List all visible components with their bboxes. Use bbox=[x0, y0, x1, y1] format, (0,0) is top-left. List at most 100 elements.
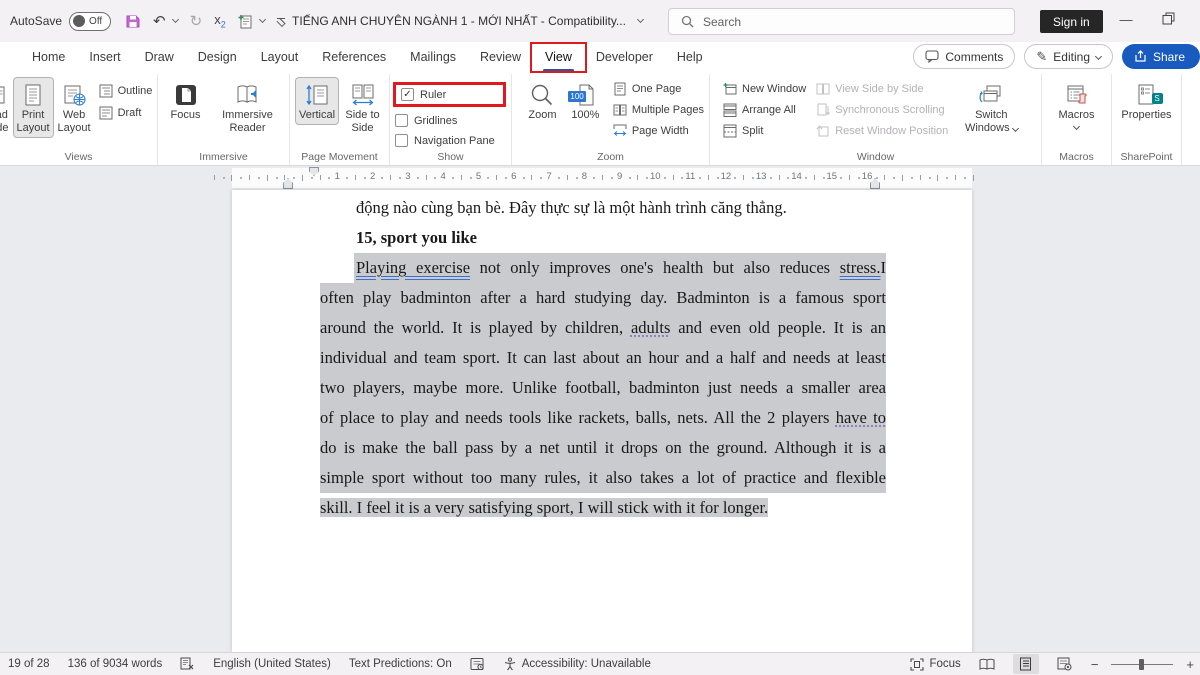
one-page-button[interactable]: One Page bbox=[613, 82, 704, 96]
subscript-button[interactable]: x2 bbox=[214, 12, 226, 30]
redo-button[interactable]: ↻ bbox=[190, 14, 203, 29]
paste-special-button[interactable] bbox=[238, 13, 265, 29]
editing-dropdown-icon bbox=[1095, 53, 1102, 60]
document-line[interactable]: simple sport without too many rules, it … bbox=[320, 463, 886, 493]
read-mode-button[interactable]: Read Mode bbox=[0, 77, 13, 138]
text-segment: do is make the ball pass by a net until … bbox=[320, 438, 886, 457]
multiple-pages-icon bbox=[613, 103, 627, 117]
print-layout-view-button[interactable] bbox=[1013, 654, 1039, 674]
ribbon-tab-layout[interactable]: Layout bbox=[249, 42, 311, 74]
view-side-by-side-button[interactable]: View Side by Side bbox=[816, 82, 948, 96]
outline-button[interactable]: Outline bbox=[99, 84, 153, 98]
macros-button[interactable]: Macros bbox=[1051, 77, 1103, 132]
properties-button[interactable]: S Properties bbox=[1117, 77, 1176, 125]
share-button[interactable]: Share bbox=[1122, 44, 1200, 69]
ruler-tick bbox=[902, 175, 903, 181]
word-count[interactable]: 136 of 9034 words bbox=[68, 658, 163, 670]
undo-button[interactable]: ↶ bbox=[153, 14, 178, 29]
split-button[interactable]: Split bbox=[723, 124, 806, 138]
paste-dropdown-icon[interactable] bbox=[259, 16, 266, 23]
save-icon[interactable] bbox=[125, 13, 141, 29]
navigation-pane-checkbox[interactable]: Navigation Pane bbox=[395, 134, 506, 147]
document-line[interactable]: do is make the ball pass by a net until … bbox=[320, 433, 886, 463]
text-segment: often play badminton after a hard studyi… bbox=[320, 288, 886, 307]
document-line[interactable]: often play badminton after a hard studyi… bbox=[320, 283, 886, 313]
web-layout-view-button[interactable] bbox=[1052, 654, 1078, 674]
ribbon-tab-developer[interactable]: Developer bbox=[584, 42, 665, 74]
status-bar: 19 of 28 136 of 9034 words English (Unit… bbox=[0, 652, 1200, 675]
web-layout-button[interactable]: Web Layout bbox=[54, 77, 95, 138]
document-line[interactable]: two players, maybe more. Unlike football… bbox=[320, 373, 886, 403]
zoom-100-button[interactable]: 100 100% bbox=[566, 77, 605, 125]
quick-access-toolbar: ↶ ↻ x2 bbox=[125, 12, 285, 30]
ribbon-tab-view[interactable]: View bbox=[533, 42, 584, 74]
ruler-number: 13 bbox=[756, 171, 766, 182]
sign-in-button[interactable]: Sign in bbox=[1040, 10, 1103, 33]
focus-mode-button[interactable]: Focus bbox=[910, 658, 960, 671]
multiple-pages-button[interactable]: Multiple Pages bbox=[613, 103, 704, 117]
side-to-side-button[interactable]: Side to Side bbox=[341, 77, 384, 138]
ribbon-tab-draw[interactable]: Draw bbox=[133, 42, 186, 74]
document-line[interactable]: individual and team sport. It can last a… bbox=[320, 343, 886, 373]
switch-windows-button[interactable]: Switch Windows bbox=[958, 77, 1024, 138]
zoom-slider[interactable] bbox=[1111, 664, 1173, 665]
document-line[interactable]: skill. I feel it is a very satisfying sp… bbox=[320, 493, 886, 523]
ribbon-tab-review[interactable]: Review bbox=[468, 42, 533, 74]
title-dropdown-icon[interactable] bbox=[637, 16, 644, 23]
autosave-toggle[interactable]: Off bbox=[69, 12, 111, 31]
read-mode-view-button[interactable] bbox=[974, 654, 1000, 674]
immersive-reader-button[interactable]: Immersive Reader bbox=[213, 77, 283, 138]
ruler-dot bbox=[311, 177, 313, 179]
search-input[interactable]: Search bbox=[668, 8, 1015, 35]
vertical-button[interactable]: Vertical bbox=[295, 77, 339, 125]
zoom-in-button[interactable]: + bbox=[1186, 657, 1194, 672]
ruler-checkbox[interactable]: ✓ Ruler bbox=[401, 88, 446, 101]
proofing-status-icon[interactable] bbox=[180, 657, 195, 671]
restore-window-button[interactable] bbox=[1162, 12, 1175, 25]
new-window-button[interactable]: New Window bbox=[723, 82, 806, 96]
text-predictions-indicator[interactable]: Text Predictions: On bbox=[349, 658, 452, 670]
document-line[interactable]: around the world. It is played by childr… bbox=[320, 313, 886, 343]
document-line[interactable]: Playing exercise not only improves one's… bbox=[320, 253, 886, 283]
ruler-dot bbox=[470, 177, 472, 179]
document-line[interactable]: 15, sport you like bbox=[320, 223, 886, 253]
ribbon-tab-insert[interactable]: Insert bbox=[77, 42, 132, 74]
page-width-button[interactable]: Page Width bbox=[613, 124, 704, 138]
undo-dropdown-icon[interactable] bbox=[172, 16, 179, 23]
focus-button[interactable]: Focus bbox=[165, 77, 207, 125]
document-title-area[interactable]: TIẾNG ANH CHUYÊN NGÀNH 1 - MỚI NHẤT - Co… bbox=[275, 0, 660, 42]
zoom-button[interactable]: Zoom bbox=[523, 77, 562, 125]
synchronous-scrolling-button[interactable]: Synchronous Scrolling bbox=[816, 103, 948, 117]
ribbon-tab-home[interactable]: Home bbox=[20, 42, 77, 74]
title-bar: AutoSave Off ↶ ↻ x2 TIẾNG ANH CHUYÊN NGÀ… bbox=[0, 0, 1200, 42]
gridlines-checkbox[interactable]: Gridlines bbox=[395, 114, 506, 127]
zoom-out-button[interactable]: − bbox=[1091, 657, 1099, 672]
arrange-all-button[interactable]: Arrange All bbox=[723, 103, 806, 117]
editing-mode-button[interactable]: ✎ Editing bbox=[1024, 44, 1113, 69]
document-line[interactable]: động nào cùng bạn bè. Đây thực sự là một… bbox=[320, 193, 886, 223]
document-page[interactable]: động nào cùng bạn bè. Đây thực sự là một… bbox=[232, 190, 972, 652]
comments-button[interactable]: Comments bbox=[913, 44, 1015, 69]
ribbon-tab-help[interactable]: Help bbox=[665, 42, 715, 74]
print-layout-icon bbox=[20, 82, 46, 108]
ribbon-tab-design[interactable]: Design bbox=[186, 42, 249, 74]
page-indicator[interactable]: 19 of 28 bbox=[8, 658, 50, 670]
language-indicator[interactable]: English (United States) bbox=[213, 658, 331, 670]
ribbon-tab-mailings[interactable]: Mailings bbox=[398, 42, 468, 74]
draft-button[interactable]: Draft bbox=[99, 106, 153, 120]
ruler-dot bbox=[770, 177, 772, 179]
accessibility-status[interactable]: Accessibility: Unavailable bbox=[503, 657, 651, 671]
text-segment: around the world. It is played by childr… bbox=[320, 318, 631, 337]
ruler[interactable]: 12345678910111213141516 bbox=[0, 166, 1200, 190]
ruler-dot bbox=[258, 177, 260, 179]
zoom-slider-handle[interactable] bbox=[1139, 659, 1144, 670]
print-layout-button[interactable]: Print Layout bbox=[13, 77, 54, 138]
minimize-button[interactable]: — bbox=[1115, 12, 1137, 27]
ruler-dot bbox=[523, 177, 525, 179]
flagged-text: Playing exercise bbox=[356, 258, 470, 277]
editor-icon[interactable] bbox=[470, 657, 485, 671]
document-line[interactable]: of place to play and needs tools like ra… bbox=[320, 403, 886, 433]
text-segment: I bbox=[880, 258, 886, 277]
ribbon-tab-references[interactable]: References bbox=[310, 42, 398, 74]
reset-window-position-button[interactable]: Reset Window Position bbox=[816, 124, 948, 138]
